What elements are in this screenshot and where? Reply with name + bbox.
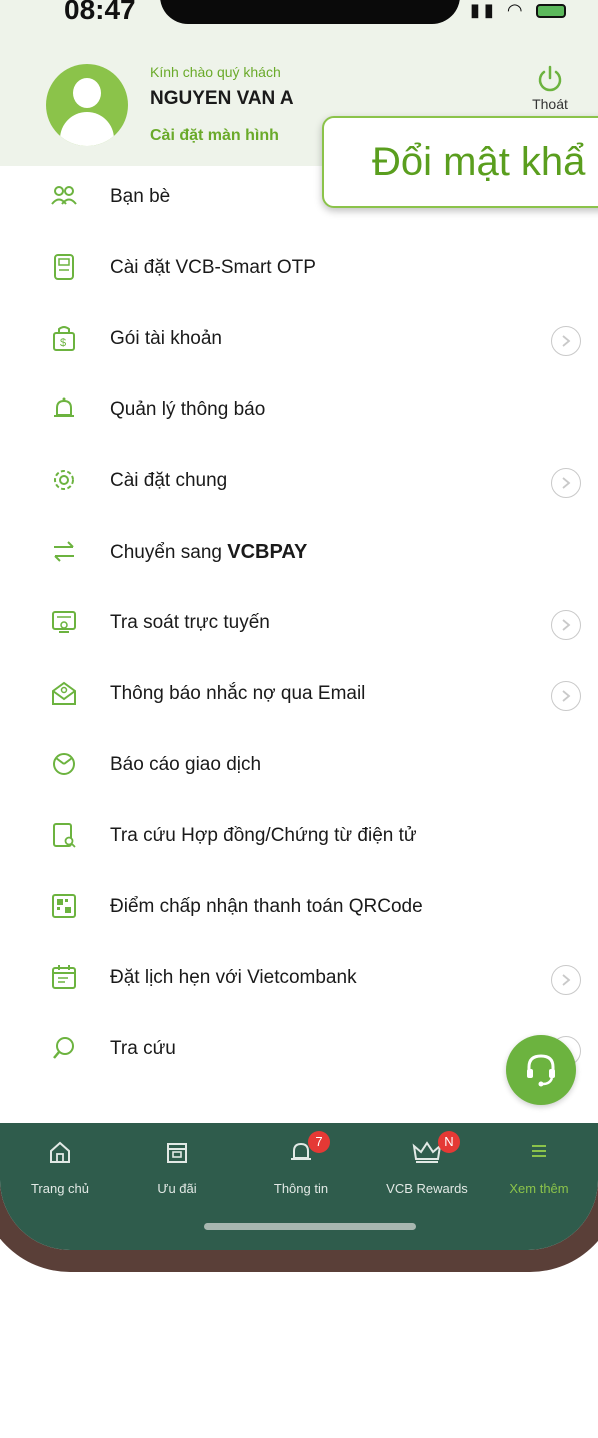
- bottom-navigation: Trang chủ Ưu đãi 7 Thông tin N VCB Rewar…: [0, 1123, 598, 1250]
- menu-item-switch-vcbpay[interactable]: Chuyển sang VCBPAY: [0, 517, 598, 588]
- menu-item-label: Tra cứu: [110, 1038, 176, 1059]
- menu-item-e-contract-lookup[interactable]: Tra cứu Hợp đồng/Chứng từ điện tử: [0, 801, 598, 872]
- chevron-right-icon: [551, 326, 581, 356]
- menu-item-book-appointment[interactable]: Đặt lịch hẹn với Vietcombank: [0, 943, 598, 1014]
- headset-icon: [527, 1054, 555, 1087]
- menu-item-notification-management[interactable]: Quản lý thông báo: [0, 375, 598, 446]
- logout-button[interactable]: Thoát: [520, 64, 580, 112]
- power-icon: [538, 65, 562, 92]
- menu-item-friends[interactable]: Bạn bè: [0, 162, 598, 233]
- nav-vcb-rewards[interactable]: N VCB Rewards: [372, 1131, 482, 1196]
- menu-item-label: Chuyển sang VCBPAY: [110, 541, 307, 564]
- nav-more[interactable]: Xem thêm: [484, 1139, 594, 1196]
- menu-item-general-settings[interactable]: Cài đặt chung: [0, 446, 598, 517]
- menu-item-smart-otp[interactable]: Cài đặt VCB-Smart OTP: [0, 233, 598, 304]
- menu-item-transaction-report[interactable]: Báo cáo giao dịch: [0, 730, 598, 801]
- avatar-head-shape: [73, 78, 101, 108]
- menu-item-label: Quản lý thông báo: [110, 399, 266, 420]
- menu-item-label: Tra soát trực tuyến: [110, 612, 270, 633]
- screen-settings-link[interactable]: Cài đặt màn hình: [150, 127, 279, 145]
- notch: [160, 0, 460, 24]
- pie-chart-icon: [53, 753, 75, 775]
- menu-item-account-package[interactable]: $ Gói tài khoản: [0, 304, 598, 375]
- bell-icon: [54, 397, 74, 417]
- nav-label: Ưu đãi: [157, 1181, 197, 1196]
- online-inquiry-icon: [52, 611, 76, 633]
- search-icon: [53, 1037, 74, 1059]
- account-package-icon: $: [53, 326, 75, 351]
- home-icon: [50, 1141, 70, 1163]
- email-reminder-icon: [52, 681, 76, 705]
- menu-item-qrcode-merchants[interactable]: Điểm chấp nhận thanh toán QRCode: [0, 872, 598, 943]
- swap-arrows-icon: [54, 541, 74, 562]
- status-time: 08:47: [64, 0, 136, 25]
- gear-icon: [54, 470, 74, 490]
- nav-home[interactable]: Trang chủ: [5, 1139, 115, 1196]
- rewards-new-badge: N: [438, 1131, 460, 1153]
- menu-item-label: Bạn bè: [110, 186, 171, 207]
- avatar-body-shape: [60, 112, 114, 146]
- menu-item-label: Điểm chấp nhận thanh toán QRCode: [110, 896, 423, 917]
- menu-label-prefix: Chuyển sang: [110, 542, 228, 563]
- wifi-icon: ◠: [506, 0, 527, 20]
- menu-item-online-inquiry[interactable]: Tra soát trực tuyến: [0, 588, 598, 659]
- chevron-right-icon: [551, 610, 581, 640]
- notification-count-badge: 7: [308, 1131, 330, 1153]
- support-chat-button[interactable]: [506, 1035, 576, 1105]
- status-bar: 08:47 ▮▮ ◠: [0, 0, 598, 36]
- svg-text:$: $: [60, 337, 66, 349]
- signal-icon: ▮▮: [470, 0, 498, 20]
- nav-info[interactable]: 7 Thông tin: [246, 1131, 356, 1196]
- menu-item-label: Báo cáo giao dịch: [110, 754, 262, 775]
- greeting-text: Kính chào quý khách: [150, 64, 281, 80]
- nav-label: Trang chủ: [30, 1181, 90, 1196]
- user-name: NGUYEN VAN A: [150, 88, 294, 109]
- vcbpay-brand-text: VCBPAY: [227, 541, 308, 563]
- nav-offers[interactable]: Ưu đãi: [122, 1139, 232, 1196]
- menu-item-label: Tra cứu Hợp đồng/Chứng từ điện tử: [110, 825, 417, 846]
- otp-device-icon: [54, 254, 74, 280]
- menu-item-label: Thông báo nhắc nợ qua Email: [110, 683, 366, 704]
- friends-icon: [51, 186, 77, 205]
- menu-icon: [532, 1145, 546, 1157]
- phone-screen: 08:47 ▮▮ ◠ Kính chào quý khách NGUYEN VA…: [0, 0, 598, 1250]
- nav-label: Xem thêm: [509, 1181, 569, 1196]
- logout-label: Thoát: [532, 96, 568, 112]
- chevron-right-icon: [551, 468, 581, 498]
- menu-item-label: Đặt lịch hẹn với Vietcombank: [110, 967, 357, 988]
- battery-icon: [535, 4, 566, 19]
- chevron-right-icon: [551, 681, 581, 711]
- calendar-icon: [52, 965, 76, 989]
- menu-item-label: Cài đặt chung: [110, 470, 228, 491]
- avatar[interactable]: [46, 64, 128, 146]
- chevron-right-icon: [551, 965, 581, 995]
- menu-item-email-debt-reminder[interactable]: Thông báo nhắc nợ qua Email: [0, 659, 598, 730]
- document-search-icon: [53, 823, 76, 848]
- home-indicator[interactable]: [204, 1223, 416, 1230]
- gift-box-icon: [167, 1143, 187, 1163]
- nav-label: Thông tin: [273, 1181, 329, 1196]
- nav-label: VCB Rewards: [386, 1181, 468, 1196]
- menu-item-label: Cài đặt VCB-Smart OTP: [110, 257, 316, 278]
- qr-code-icon: [52, 894, 76, 918]
- status-icons: ▮▮ ◠: [470, 0, 566, 21]
- menu-list: Bạn bè Cài đặt VCB-Smart OTP $ Gói tài k…: [0, 162, 598, 1085]
- menu-item-label: Gói tài khoản: [110, 328, 222, 349]
